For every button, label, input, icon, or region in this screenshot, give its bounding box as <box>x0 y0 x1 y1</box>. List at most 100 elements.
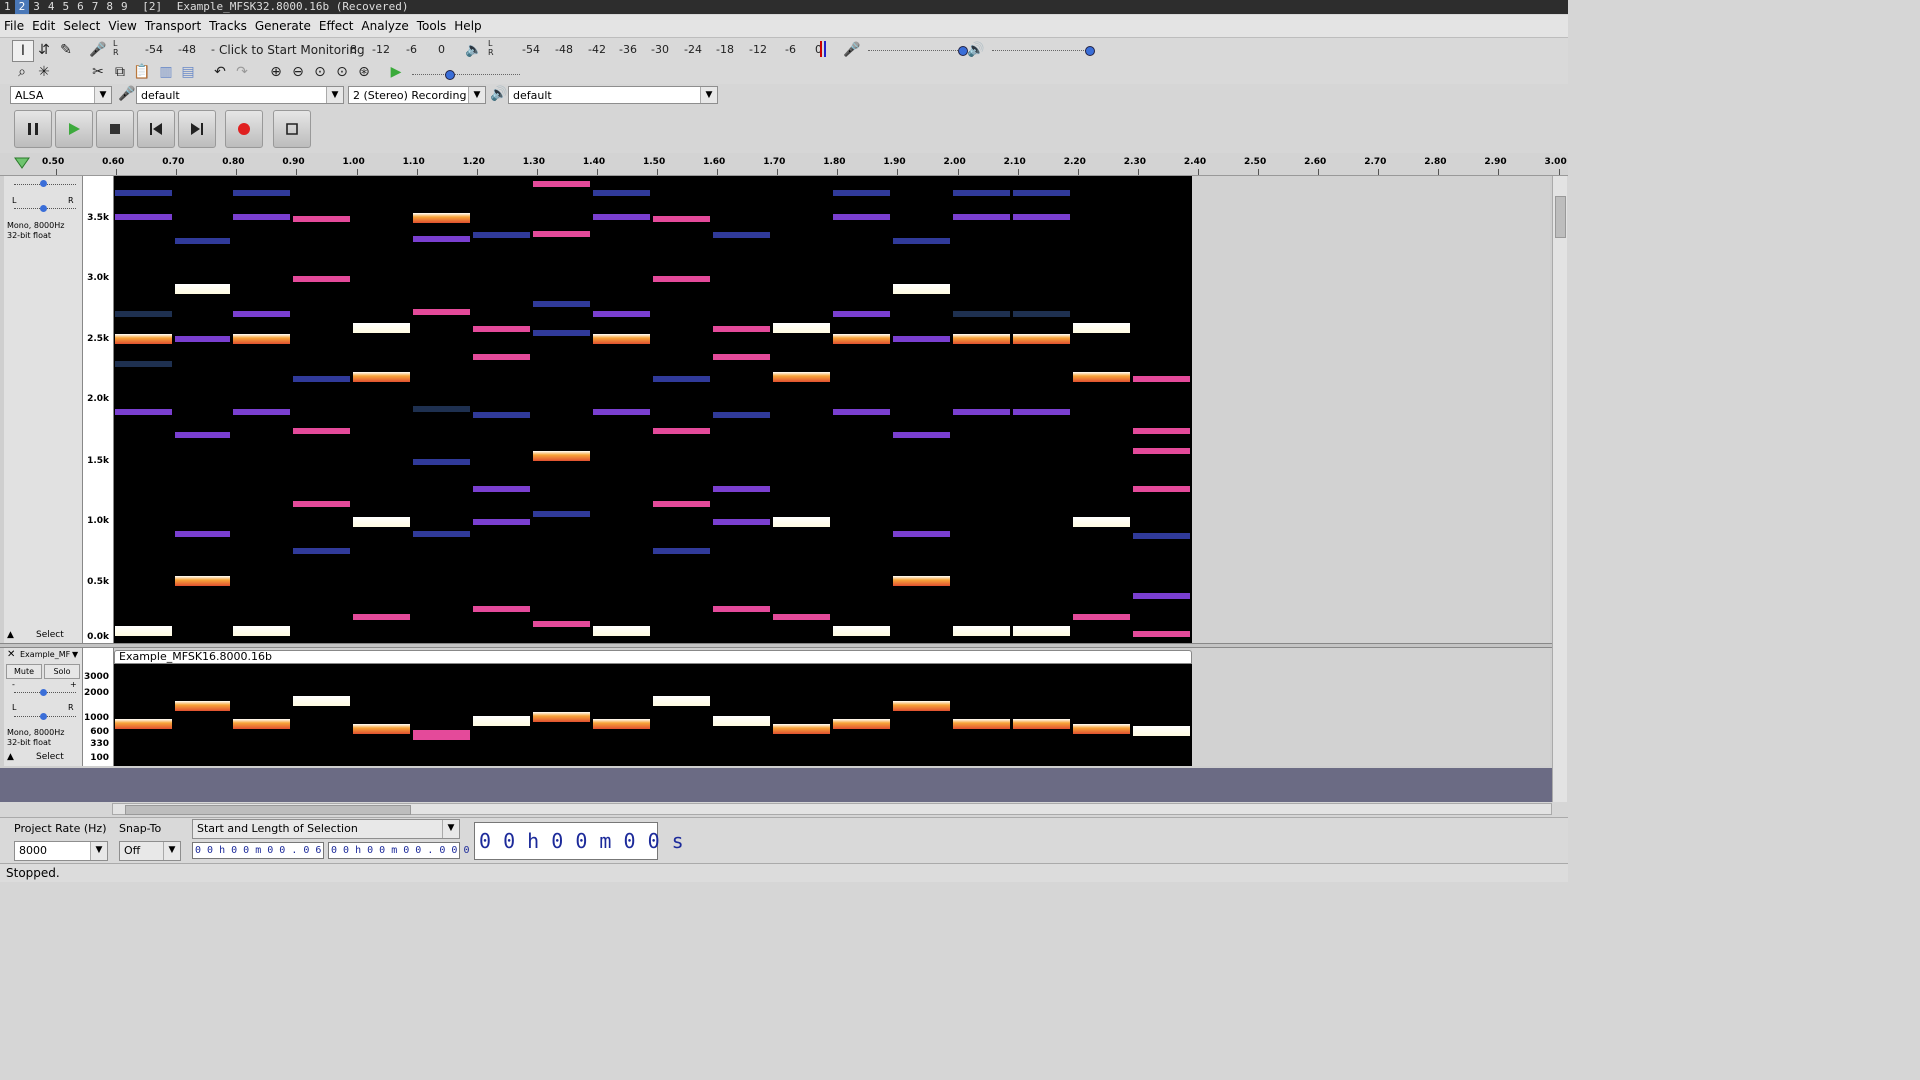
playback-volume-thumb[interactable] <box>1085 46 1095 56</box>
playback-meter-speaker-icon[interactable]: 🔈 <box>464 40 484 60</box>
workspace-2[interactable]: 2 <box>14 0 30 14</box>
workspace-3[interactable]: 3 <box>29 0 44 14</box>
cut-icon[interactable]: ✂ <box>88 62 108 82</box>
vertical-scrollbar-thumb[interactable] <box>1555 196 1566 238</box>
track2-gain-thumb[interactable] <box>40 689 47 696</box>
zoom-in-icon[interactable]: ⊕ <box>266 62 286 82</box>
track2-spectrogram[interactable] <box>114 664 1192 766</box>
spectrogram-tone <box>293 501 350 507</box>
play-scale-36: -36 <box>619 43 637 56</box>
playback-volume-slider[interactable] <box>992 50 1088 52</box>
trim-icon[interactable]: ▥ <box>156 62 176 82</box>
track2-frequency-ruler[interactable]: 3000 2000 1000 600 330 100 <box>83 648 114 766</box>
track2-name-menu[interactable]: Example_MF <box>20 650 70 659</box>
track2-empty-area[interactable] <box>1192 648 1550 766</box>
menu-effect[interactable]: Effect <box>315 15 358 34</box>
draw-tool-icon[interactable]: ✎ <box>56 40 76 60</box>
selection-tool-icon[interactable]: I <box>12 40 34 62</box>
track1-empty-area[interactable] <box>1192 176 1550 643</box>
record-meter-mic-icon[interactable]: 🎤 <box>88 40 108 60</box>
stop-button[interactable] <box>96 110 134 148</box>
workspace-8[interactable]: 8 <box>102 0 117 14</box>
menu-select[interactable]: Select <box>59 15 104 34</box>
zoom-toggle-icon[interactable]: ⊛ <box>354 62 374 82</box>
vertical-scrollbar[interactable] <box>1552 176 1567 802</box>
track1-frequency-ruler[interactable]: 3.5k 3.0k 2.5k 2.0k 1.5k 1.0k 0.5k 0.0k <box>83 176 114 643</box>
track2-clip-title[interactable]: Example_MFSK16.8000.16b <box>114 650 1192 664</box>
menu-view[interactable]: View <box>104 15 140 34</box>
record-button[interactable] <box>225 110 263 148</box>
workspace-9[interactable]: 9 <box>117 0 132 14</box>
selection-length-time[interactable]: 0 0 h 0 0 m 0 0 . 0 0 0 s <box>328 842 482 859</box>
workspace-4[interactable]: 4 <box>44 0 59 14</box>
loop-button[interactable] <box>273 110 311 148</box>
menu-file[interactable]: File <box>0 15 28 34</box>
fit-project-icon[interactable]: ⊙ <box>332 62 352 82</box>
selection-start-time[interactable]: 0 0 h 0 0 m 0 0 . 0 6 1 s <box>192 842 346 859</box>
fit-selection-icon[interactable]: ⊙ <box>310 62 330 82</box>
record-scale-dash: - <box>211 43 215 56</box>
track1-spectrogram[interactable] <box>114 176 1192 643</box>
track1-collapse-icon[interactable]: ▲ <box>7 630 14 640</box>
selection-mode-combo[interactable]: Start and Length of Selection ▼ <box>192 819 460 839</box>
workspace-7[interactable]: 7 <box>88 0 103 14</box>
playback-device-combo[interactable]: default ▼ <box>508 86 718 104</box>
play-at-speed-icon[interactable]: ▶ <box>386 62 406 82</box>
copy-icon[interactable]: ⧉ <box>110 62 130 82</box>
track1-gain-thumb[interactable] <box>40 180 47 187</box>
track2-control-panel[interactable]: ✕ Example_MF ▼ Mute Solo - + L R Mono, 8… <box>4 648 83 766</box>
start-monitoring-label[interactable]: Click to Start Monitoring <box>219 43 365 57</box>
multi-tool-icon[interactable]: ✳ <box>34 62 54 82</box>
workspace-1[interactable]: 1 <box>0 0 15 14</box>
timeline-ruler[interactable]: 0.50 0.60 0.70 0.80 0.90 1.00 1.10 1.20 1.30 1.40… <box>0 153 1568 176</box>
ruler-tick-mark <box>1258 169 1259 175</box>
pause-button[interactable] <box>14 110 52 148</box>
timeline-play-head-icon[interactable] <box>14 156 30 170</box>
menu-transport[interactable]: Transport <box>141 15 205 34</box>
track2-solo-button[interactable]: Solo <box>44 664 80 679</box>
skip-end-button[interactable] <box>178 110 216 148</box>
workspace-6[interactable]: 6 <box>73 0 88 14</box>
menu-tracks[interactable]: Tracks <box>205 15 251 34</box>
track2-close-icon[interactable]: ✕ <box>7 649 15 660</box>
recording-device-combo[interactable]: default ▼ <box>136 86 344 104</box>
horizontal-scrollbar-thumb[interactable] <box>125 805 411 815</box>
menu-analyze[interactable]: Analyze <box>357 15 412 34</box>
menu-generate[interactable]: Generate <box>251 15 315 34</box>
project-rate-combo[interactable]: 8000 ▼ <box>14 841 108 861</box>
record-volume-slider[interactable] <box>868 50 964 52</box>
undo-icon[interactable]: ↶ <box>210 62 230 82</box>
zoom-out-icon[interactable]: ⊖ <box>288 62 308 82</box>
menu-help[interactable]: Help <box>450 15 485 34</box>
workspace-5[interactable]: 5 <box>59 0 74 14</box>
track2-pan-thumb[interactable] <box>40 713 47 720</box>
track1-control-panel[interactable]: L R Mono, 8000Hz 32-bit float ▲ Select <box>4 176 83 643</box>
redo-icon[interactable]: ↷ <box>232 62 252 82</box>
track2-collapse-icon[interactable]: ▲ <box>7 752 14 762</box>
audio-position-time[interactable]: 0 0 h 0 0 m 0 0 s <box>474 822 684 860</box>
snap-to-combo[interactable]: Off ▼ <box>119 841 181 861</box>
spectrogram-tone <box>833 190 890 196</box>
track1-pan-thumb[interactable] <box>40 205 47 212</box>
empty-track-area[interactable] <box>0 768 1552 802</box>
paste-icon[interactable]: 📋 <box>132 62 152 82</box>
menu-tools[interactable]: Tools <box>413 15 451 34</box>
recording-channels-combo[interactable]: 2 (Stereo) Recording Chai ▼ <box>348 86 486 104</box>
zoom-tool-icon[interactable]: ⌕ <box>12 62 32 82</box>
track1-select-button[interactable]: Select <box>36 630 64 640</box>
play-speed-thumb[interactable] <box>445 70 455 80</box>
menu-edit[interactable]: Edit <box>28 15 59 34</box>
horizontal-scrollbar[interactable] <box>112 803 1552 815</box>
ruler-tick-mark <box>957 169 959 175</box>
envelope-tool-icon[interactable]: ⇵ <box>34 40 54 60</box>
track2-mute-button[interactable]: Mute <box>6 664 42 679</box>
play-button[interactable] <box>55 110 93 148</box>
track2-pan-left-label: L <box>12 703 17 712</box>
audio-host-combo[interactable]: ALSA ▼ <box>10 86 112 104</box>
play-speed-slider[interactable] <box>412 74 520 76</box>
track2-select-button[interactable]: Select <box>36 752 64 762</box>
track2-menu-arrow-icon[interactable]: ▼ <box>72 650 78 659</box>
track2-ytick: 2000 <box>83 688 109 698</box>
silence-icon[interactable]: ▤ <box>178 62 198 82</box>
skip-start-button[interactable] <box>137 110 175 148</box>
